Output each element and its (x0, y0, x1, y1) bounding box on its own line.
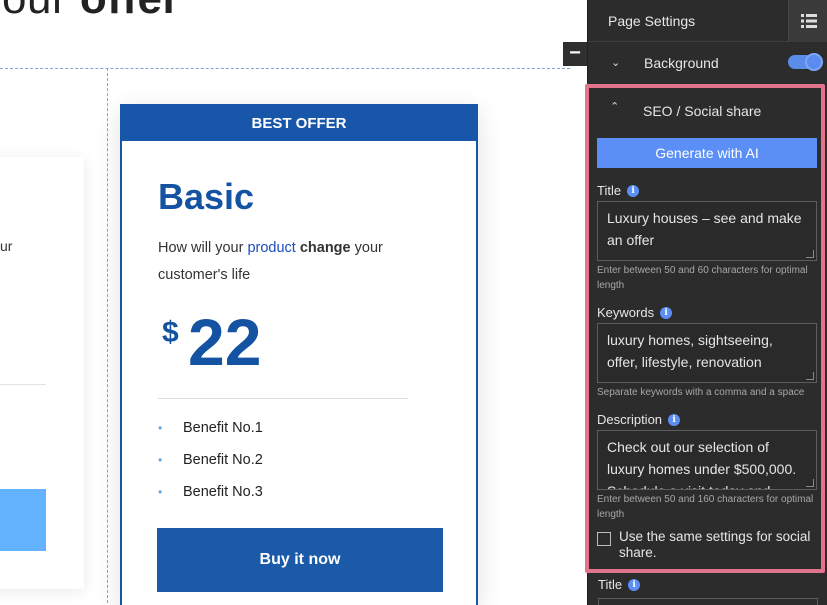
seo-section-title[interactable]: SEO / Social share (643, 103, 761, 119)
collapse-panel-button[interactable]: − (563, 42, 587, 66)
social-title-field[interactable] (598, 598, 818, 605)
seo-section-highlight: ⌃ SEO / Social share Generate with AI Ti… (585, 84, 825, 573)
description-label: Description i (597, 412, 681, 427)
social-same-settings-row[interactable]: Use the same settings for social share. (597, 529, 821, 561)
background-label: Background (644, 55, 719, 71)
info-icon[interactable]: i (660, 306, 673, 319)
price-currency: $ (162, 316, 179, 349)
guide-line-vertical (107, 68, 108, 605)
keywords-hint: Separate keywords with a comma and a spa… (597, 387, 805, 398)
bullet-icon: • (158, 485, 163, 499)
social-title-label: Title i (598, 577, 641, 592)
toggle-knob (805, 53, 823, 71)
buy-it-now-button[interactable]: Buy it now (157, 528, 443, 592)
social-same-settings-label[interactable]: Use the same settings for social share. (619, 529, 821, 561)
section-heading: our offer (2, 0, 180, 24)
seo-section: ⌃ SEO / Social share Generate with AI Ti… (589, 88, 821, 569)
benefit-list: • Benefit No.1 • Benefit No.2 • Benefit No.… (158, 416, 263, 512)
info-icon[interactable]: i (627, 184, 640, 197)
price-divider (158, 398, 408, 399)
keywords-textarea[interactable]: luxury homes, sightseeing, offer, lifest… (597, 323, 817, 383)
keywords-label: Keywords i (597, 305, 673, 320)
background-toggle[interactable] (788, 53, 823, 71)
left-card-text-fragment: ur (0, 238, 13, 254)
bullet-icon: • (158, 453, 163, 467)
title-textarea[interactable]: Luxury houses – see and make an offer (597, 201, 817, 261)
plan-description: How will your product change your custom… (158, 240, 383, 283)
description-hint: Enter between 50 and 160 characters for … (597, 494, 814, 520)
info-icon[interactable]: i (628, 578, 641, 591)
price-value: 22 (188, 305, 262, 379)
list-icon (801, 14, 817, 28)
left-card-divider (0, 384, 46, 385)
bullet-icon: • (158, 421, 163, 435)
chevron-up-icon[interactable]: ⌃ (610, 100, 619, 113)
info-icon[interactable]: i (668, 413, 681, 426)
panel-title: Page Settings (608, 13, 696, 29)
resize-handle[interactable] (806, 479, 814, 487)
background-section-header[interactable]: ⌄ Background (588, 42, 827, 82)
editor-canvas[interactable]: our offer ur BEST OFFER Basic How will y… (0, 0, 587, 605)
benefit-item: • Benefit No.2 (158, 448, 263, 480)
panel-header: Page Settings (588, 0, 827, 42)
resize-handle[interactable] (806, 250, 814, 258)
social-same-settings-checkbox[interactable] (597, 532, 611, 546)
benefit-item: • Benefit No.3 (158, 480, 263, 512)
plan-name: Basic (158, 176, 255, 217)
description-textarea[interactable]: Check out our selection of luxury homes … (597, 430, 817, 490)
resize-handle[interactable] (806, 372, 814, 380)
panel-menu-button[interactable] (788, 0, 827, 42)
benefit-item: • Benefit No.1 (158, 416, 263, 448)
left-card-button[interactable] (0, 489, 46, 551)
pricing-card-basic[interactable]: BEST OFFER Basic How will your product c… (120, 104, 478, 605)
title-hint: Enter between 50 and 60 characters for o… (597, 265, 808, 291)
generate-with-ai-button[interactable]: Generate with AI (597, 138, 817, 168)
chevron-down-icon: ⌄ (611, 57, 621, 69)
title-label: Title i (597, 183, 640, 198)
guide-line-horizontal (0, 68, 570, 69)
best-offer-badge: BEST OFFER (120, 104, 478, 141)
